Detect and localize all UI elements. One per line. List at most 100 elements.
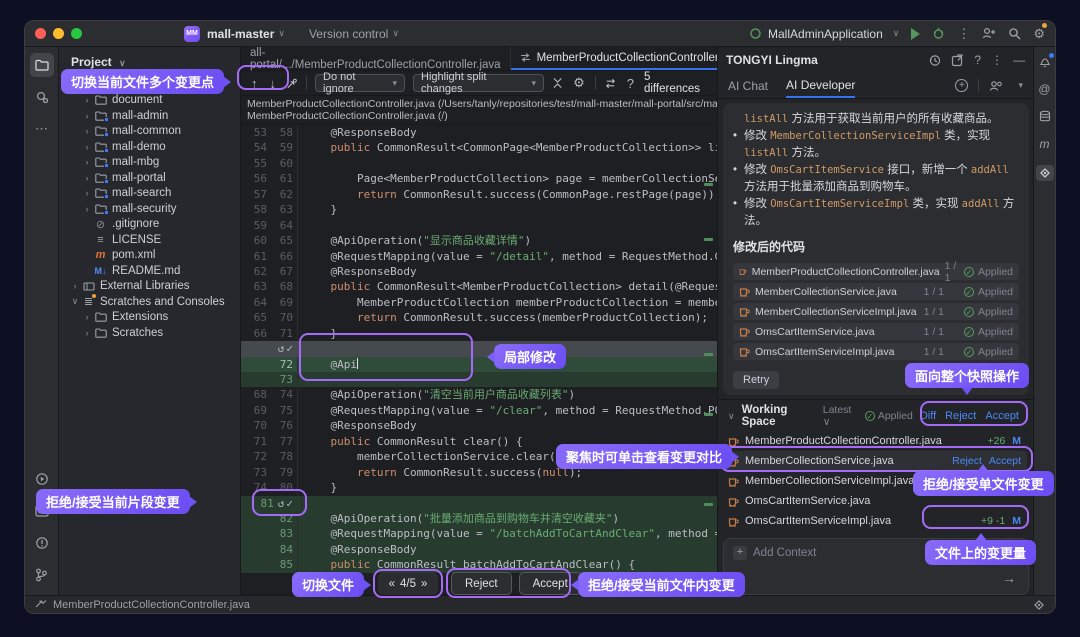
- snapshot-reject-button[interactable]: Reject: [945, 410, 976, 422]
- new-session-icon[interactable]: +: [955, 79, 968, 92]
- chevron-right-icon[interactable]: ›: [81, 188, 93, 198]
- tree-item-extensions[interactable]: ›Extensions: [59, 310, 240, 326]
- status-file-name[interactable]: MemberProductCollectionController.java: [53, 599, 250, 611]
- debug-button[interactable]: [932, 27, 945, 40]
- agents-icon[interactable]: [989, 80, 1004, 92]
- tab-ai-chat[interactable]: AI Chat: [728, 79, 768, 93]
- chevron-right-icon[interactable]: ›: [81, 157, 93, 167]
- tree-item-mall-demo[interactable]: ›mall-demo: [59, 139, 240, 155]
- tree-item-scratches-and-consoles[interactable]: ∨≣Scratches and Consoles: [59, 294, 240, 310]
- run-button[interactable]: [911, 28, 920, 40]
- vcs-widget[interactable]: Version control: [309, 27, 388, 41]
- ai-assistant-button[interactable]: @: [1038, 82, 1050, 96]
- chevron-down-icon[interactable]: ▾: [1018, 80, 1023, 91]
- chevron-right-icon[interactable]: ›: [81, 95, 93, 105]
- tree-item-mall-search[interactable]: ›mall-search: [59, 186, 240, 202]
- settings-button[interactable]: ⚙: [1033, 25, 1045, 43]
- snapshot-diff-button[interactable]: Diff: [920, 410, 936, 422]
- reject-file-button[interactable]: Reject: [451, 572, 512, 595]
- more-tool-windows-button[interactable]: ⋯: [30, 117, 54, 141]
- scrollbar-change-marker[interactable]: [704, 413, 713, 416]
- tree-item-mall-security[interactable]: ›mall-security: [59, 201, 240, 217]
- run-configuration[interactable]: MallAdminApplication ∨: [749, 27, 899, 41]
- previous-file-button[interactable]: «: [389, 578, 395, 590]
- jump-to-source-icon[interactable]: [286, 77, 298, 90]
- new-chat-icon[interactable]: [951, 54, 964, 67]
- retry-button[interactable]: Retry: [733, 371, 779, 389]
- applied-file-row[interactable]: MemberCollectionService.java1 / 1✓Applie…: [733, 283, 1019, 300]
- workspace-file-row[interactable]: OmsCartItemServiceImpl.java+9 -1M: [722, 511, 1027, 531]
- chevron-right-icon[interactable]: ›: [81, 312, 93, 322]
- applied-file-row[interactable]: OmsCartItemServiceImpl.java1 / 1✓Applied: [733, 343, 1019, 360]
- code-with-me-button[interactable]: [982, 27, 996, 40]
- diff-settings-gear-icon[interactable]: ⚙: [571, 75, 587, 91]
- scrollbar-change-marker[interactable]: [704, 353, 713, 356]
- tree-item-license[interactable]: ≡LICENSE: [59, 232, 240, 248]
- tree-item-scratches[interactable]: ›Scratches: [59, 325, 240, 341]
- tree-item-mall-mbg[interactable]: ›mall-mbg: [59, 155, 240, 171]
- lingma-tool-button[interactable]: [1036, 165, 1054, 181]
- lingma-status-icon[interactable]: [1033, 599, 1045, 611]
- project-switcher[interactable]: mall-master: [207, 27, 274, 41]
- minimize-panel-icon[interactable]: —: [1013, 53, 1025, 67]
- tree-item-mall-portal[interactable]: ›mall-portal: [59, 170, 240, 186]
- tree-item-readme-md[interactable]: M↓README.md: [59, 263, 240, 279]
- help-icon[interactable]: ?: [974, 53, 981, 67]
- git-tool-button[interactable]: [30, 563, 54, 587]
- snapshot-select[interactable]: Latest ∨: [823, 404, 858, 428]
- notifications-bell-button[interactable]: [1039, 55, 1051, 68]
- previous-change-button[interactable]: ↑: [249, 76, 260, 91]
- zoom-window-button[interactable]: [71, 28, 82, 39]
- tree-item-external-libraries[interactable]: ›External Libraries: [59, 279, 240, 295]
- search-everywhere-button[interactable]: [1008, 27, 1021, 40]
- minimize-window-button[interactable]: [53, 28, 64, 39]
- tab-ai-developer[interactable]: AI Developer: [786, 73, 855, 98]
- tree-item-mall-admin[interactable]: ›mall-admin: [59, 108, 240, 124]
- chevron-right-icon[interactable]: ›: [69, 281, 81, 291]
- collapse-section-chevron[interactable]: ∨: [728, 411, 735, 422]
- applied-file-row[interactable]: MemberCollectionServiceImpl.java1 / 1✓Ap…: [733, 303, 1019, 320]
- chevron-right-icon[interactable]: ›: [81, 142, 93, 152]
- database-button[interactable]: [1039, 110, 1051, 123]
- scrollbar-change-marker[interactable]: [704, 503, 713, 506]
- scrollbar-change-marker[interactable]: [704, 183, 713, 186]
- accept-fragment-icon[interactable]: ✓: [286, 497, 295, 510]
- row-accept-button[interactable]: Accept: [989, 455, 1021, 467]
- snapshot-accept-button[interactable]: Accept: [985, 410, 1019, 422]
- swap-sides-icon[interactable]: [604, 77, 617, 90]
- chevron-right-icon[interactable]: ›: [81, 328, 93, 338]
- send-arrow-icon[interactable]: →: [1002, 570, 1016, 586]
- chevron-right-icon[interactable]: ›: [81, 204, 93, 214]
- applied-file-row[interactable]: OmsCartItemService.java1 / 1✓Applied: [733, 323, 1019, 340]
- maven-button[interactable]: m: [1040, 137, 1050, 151]
- next-file-button[interactable]: »: [421, 578, 427, 590]
- history-icon[interactable]: [928, 54, 941, 67]
- scrollbar-change-marker[interactable]: [704, 238, 713, 241]
- chevron-right-icon[interactable]: ›: [81, 126, 93, 136]
- more-actions-button[interactable]: ⋮: [957, 27, 970, 40]
- tree-item--gitignore[interactable]: ⊘.gitignore: [59, 217, 240, 233]
- tree-item-pom-xml[interactable]: mpom.xml: [59, 248, 240, 264]
- add-context-label[interactable]: Add Context: [753, 547, 816, 559]
- chevron-right-icon[interactable]: ›: [81, 111, 93, 121]
- accept-fragment-icon[interactable]: ✓: [286, 342, 295, 355]
- workspace-file-row[interactable]: MemberProductCollectionController.java+2…: [722, 431, 1027, 451]
- tab-diff-path[interactable]: all-portal/.../MemberProductCollectionCo…: [241, 47, 511, 70]
- diff-help-icon[interactable]: ?: [625, 76, 636, 91]
- services-tool-button[interactable]: [30, 467, 54, 491]
- applied-file-row[interactable]: MemberProductCollectionController.java1 …: [733, 263, 1019, 280]
- panel-kebab-icon[interactable]: ⋮: [991, 53, 1003, 67]
- commit-tool-button[interactable]: [30, 85, 54, 109]
- add-context-plus-icon[interactable]: +: [733, 546, 747, 560]
- chevron-down-icon[interactable]: ∨: [69, 296, 81, 307]
- tree-item-mall-common[interactable]: ›mall-common: [59, 124, 240, 140]
- code-view[interactable]: 5358 @ResponseBody5459 public CommonResu…: [241, 125, 717, 595]
- tree-item-document[interactable]: ›document: [59, 93, 240, 109]
- project-tool-button[interactable]: [30, 53, 54, 77]
- close-window-button[interactable]: [35, 28, 46, 39]
- highlight-mode-select[interactable]: Highlight split changes▾: [413, 74, 544, 92]
- problems-tool-button[interactable]: [30, 531, 54, 555]
- collapse-unchanged-icon[interactable]: [552, 77, 563, 89]
- chevron-right-icon[interactable]: ›: [81, 173, 93, 183]
- whitespace-ignore-select[interactable]: Do not ignore▾: [315, 74, 405, 92]
